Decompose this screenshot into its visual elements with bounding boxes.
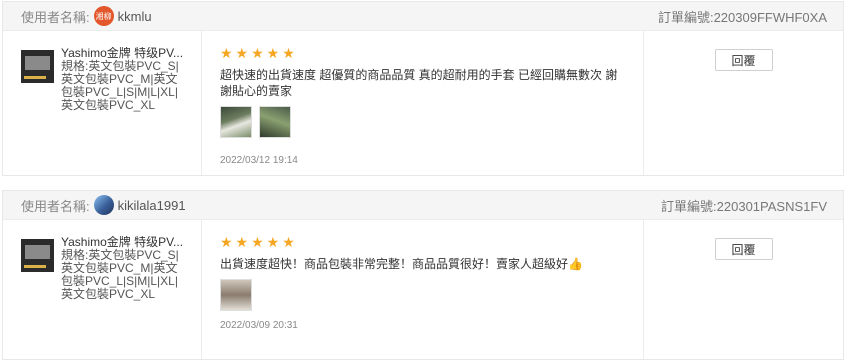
- review-photo[interactable]: [220, 279, 252, 311]
- rating-stars: ★★★★★: [220, 234, 298, 250]
- product-spec: 規格:英文包裝PVC_S|英文包裝PVC_M|英文包裝PVC_L|S|M|L|X…: [61, 248, 179, 301]
- review-photo[interactable]: [220, 106, 252, 138]
- username-label: 使用者名稱:: [21, 9, 90, 25]
- review-content: ★★★★★ 超快速的出貨速度 超優質的商品品質 真的超耐用的手套 已經回購無數次…: [202, 31, 644, 175]
- product-thumbnail[interactable]: [21, 50, 54, 83]
- review-date: 2022/03/12 19:14: [220, 155, 298, 166]
- review-card: 使用者名稱: 湘柳 kkmlu 訂單編號:220309FFWHF0XA Yash…: [2, 1, 844, 176]
- review-photos: [220, 279, 625, 311]
- order-number: 訂單編號:220309FFWHF0XA: [657, 9, 827, 25]
- product-thumbnail[interactable]: [21, 239, 54, 272]
- review-photo[interactable]: [259, 106, 291, 138]
- avatar[interactable]: [93, 195, 114, 215]
- review-card: 使用者名稱: kikilala1991 訂單編號:220301PASNS1FV …: [2, 190, 844, 360]
- reply-button[interactable]: 回覆: [714, 238, 773, 260]
- review-date: 2022/03/09 20:31: [220, 320, 298, 331]
- thumbs-up-icon: 👍: [568, 257, 583, 271]
- product-spec: 規格:英文包裝PVC_S|英文包裝PVC_M|英文包裝PVC_L|S|M|L|X…: [61, 59, 179, 112]
- review-photos: [220, 106, 625, 138]
- product-info: Yashimo金牌 特级PV... 規格:英文包裝PVC_S|英文包裝PVC_M…: [3, 31, 202, 175]
- review-header: 使用者名稱: 湘柳 kkmlu 訂單編號:220309FFWHF0XA: [3, 2, 843, 31]
- username[interactable]: kkmlu: [118, 9, 152, 24]
- review-comment: 超快速的出貨速度 超優質的商品品質 真的超耐用的手套 已經回購無數次 謝謝貼心的…: [220, 68, 618, 98]
- username[interactable]: kikilala1991: [118, 198, 186, 213]
- review-comment: 出貨速度超快！商品包裝非常完整！商品品質很好！賣家人超級好👍: [220, 257, 583, 271]
- review-header: 使用者名稱: kikilala1991 訂單編號:220301PASNS1FV: [3, 191, 843, 220]
- avatar[interactable]: 湘柳: [93, 6, 114, 26]
- reply-button[interactable]: 回覆: [714, 49, 773, 71]
- rating-stars: ★★★★★: [220, 45, 298, 61]
- username-label: 使用者名稱:: [21, 198, 90, 214]
- product-info: Yashimo金牌 特级PV... 規格:英文包裝PVC_S|英文包裝PVC_M…: [3, 220, 202, 359]
- order-number: 訂單編號:220301PASNS1FV: [661, 198, 827, 214]
- review-content: ★★★★★ 出貨速度超快！商品包裝非常完整！商品品質很好！賣家人超級好👍 202…: [202, 220, 644, 359]
